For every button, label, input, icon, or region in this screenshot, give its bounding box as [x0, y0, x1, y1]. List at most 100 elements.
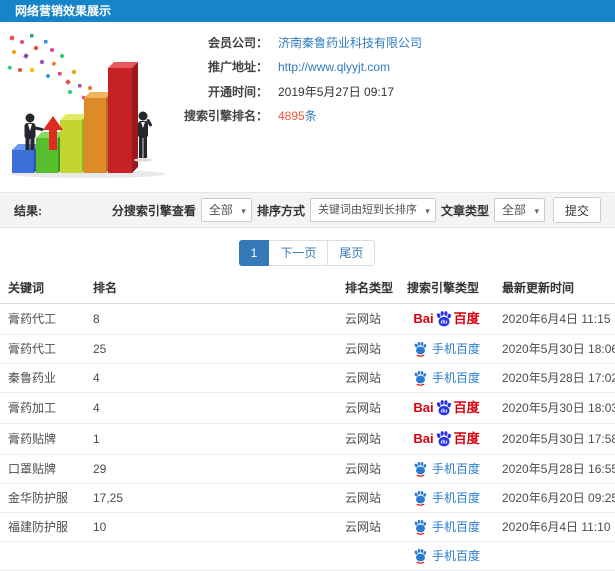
updated-cell: [494, 541, 615, 571]
col-engine-type: 搜索引擎类型: [399, 274, 494, 304]
engine-rank-count: 4895: [278, 109, 305, 124]
dropdown-caret-icon: ▾: [534, 206, 539, 216]
article-type-select[interactable]: 全部 ▾: [493, 198, 545, 222]
rank-type-cell: 云网站: [337, 483, 399, 513]
baidu-paw-icon: [414, 490, 427, 506]
baidu-mobile-icon: 手机百度: [413, 519, 480, 535]
submit-button[interactable]: 提交: [552, 197, 601, 223]
keyword-cell: [0, 541, 85, 571]
company-name-link[interactable]: 济南秦鲁药业科技有限公司: [278, 34, 422, 51]
col-rank: 排名: [85, 274, 337, 304]
baidu-paw-icon: du: [436, 431, 451, 447]
page-current[interactable]: 1: [238, 240, 270, 266]
table-row: 福建防护服 10 云网站 手机百度 2020年6月4日 11:10: [0, 512, 615, 542]
updated-cell: 2020年6月4日 11:10: [494, 512, 615, 542]
promo-url-link[interactable]: http://www.qlyyjt.com: [278, 60, 390, 74]
baidu-logo: Bai du 百度: [413, 400, 480, 416]
updated-cell: 2020年6月20日 09:25: [494, 483, 615, 513]
promo-url-label: 推广地址：: [207, 60, 268, 75]
col-rank-type: 排名类型: [337, 274, 399, 304]
baidu-paw-icon: [414, 341, 427, 357]
rank-link[interactable]: 8: [85, 303, 337, 335]
rank-type-cell: 云网站: [337, 512, 399, 542]
sort-select[interactable]: 关键词由短到长排序 ▾: [309, 198, 436, 222]
table-row: 膏药代工 25 云网站 手机百度 2020年5月30日 18:06: [0, 334, 615, 364]
svg-text:du: du: [440, 320, 447, 326]
keyword-cell: 膏药贴牌: [0, 423, 85, 455]
member-info-panel: 会员公司： 济南秦鲁药业科技有限公司 推广地址： http://www.qlyy…: [172, 30, 612, 128]
col-keyword: 关键词: [0, 274, 85, 304]
result-label: 结果:: [14, 203, 42, 218]
engine-cell: 手机百度: [399, 541, 494, 571]
baidu-paw-icon: [414, 548, 427, 564]
baidu-paw-icon: [414, 519, 427, 535]
keyword-cell: 金华防护服: [0, 483, 85, 513]
baidu-logo: Bai du 百度: [413, 431, 480, 447]
baidu-paw-icon: du: [436, 400, 451, 416]
company-label: 会员公司：: [207, 35, 268, 50]
updated-cell: 2020年5月28日 17:02: [494, 363, 615, 393]
updated-cell: 2020年6月4日 11:15: [494, 303, 615, 335]
rank-link[interactable]: 10: [85, 512, 337, 542]
keyword-cell: 福建防护服: [0, 512, 85, 542]
rank-type-cell: 云网站: [337, 423, 399, 455]
rank-link[interactable]: 1: [85, 423, 337, 455]
keyword-cell: 膏药加工: [0, 392, 85, 424]
baidu-mobile-icon: 手机百度: [413, 370, 480, 386]
engine-view-select[interactable]: 全部 ▾: [200, 198, 252, 222]
engine-view-label: 分搜索引擎查看: [111, 203, 196, 218]
baidu-logo: Bai du 百度: [413, 311, 480, 327]
info-row-url: 推广地址： http://www.qlyyjt.com: [172, 55, 612, 80]
baidu-mobile-icon: 手机百度: [413, 341, 480, 357]
baidu-mobile-icon: 手机百度: [413, 548, 480, 564]
open-time-value: 2019年5月27日 09:17: [278, 84, 395, 99]
svg-text:du: du: [440, 409, 447, 415]
updated-cell: 2020年5月30日 17:58: [494, 423, 615, 455]
baidu-paw-icon: du: [436, 311, 451, 327]
rank-link[interactable]: 17,25: [85, 483, 337, 513]
rank-link[interactable]: 29: [85, 454, 337, 484]
bar-chart-illustration: [7, 34, 166, 178]
article-type-label: 文章类型: [440, 203, 489, 218]
sort-label: 排序方式: [256, 203, 305, 218]
engine-cell: Bai du 百度: [399, 392, 494, 424]
open-time-label: 开通时间：: [207, 84, 268, 99]
engine-cell: Bai du 百度: [399, 423, 494, 455]
engine-cell: 手机百度: [399, 363, 494, 393]
rank-link[interactable]: [85, 541, 337, 571]
svg-text:du: du: [440, 440, 447, 446]
page-next-button[interactable]: 下一页: [268, 240, 329, 266]
header-bar: 网络营销效果展示: [0, 0, 615, 22]
rank-type-cell: 云网站: [337, 363, 399, 393]
col-updated: 最新更新时间: [494, 274, 615, 304]
engine-rank-unit: 条: [304, 109, 317, 124]
baidu-paw-icon: [414, 370, 427, 386]
info-row-company: 会员公司： 济南秦鲁药业科技有限公司: [172, 30, 612, 55]
engine-cell: 手机百度: [399, 334, 494, 364]
keyword-cell: 口罩贴牌: [0, 454, 85, 484]
baidu-mobile-icon: 手机百度: [413, 490, 480, 506]
table-row: 金华防护服 17,25 云网站 手机百度 2020年6月20日 09:25: [0, 483, 615, 513]
table-row: 口罩贴牌 29 云网站 手机百度 2020年5月28日 16:55: [0, 454, 615, 484]
baidu-mobile-icon: 手机百度: [413, 461, 480, 477]
engine-cell: Bai du 百度: [399, 303, 494, 335]
rank-type-cell: [337, 541, 399, 571]
info-row-engine-rank: 搜索引擎排名： 4895条: [172, 104, 612, 129]
table-row: 膏药加工 4 云网站 Bai du 百度 2020年5月30日 18:03: [0, 392, 615, 424]
table-row: 膏药贴牌 1 云网站 Bai du 百度 2020年5月30日 17:58: [0, 423, 615, 455]
baidu-paw-icon: [414, 461, 427, 477]
table-body: 膏药代工 8 云网站 Bai du 百度 2020年6月4日 11:15 膏药代工 …: [0, 303, 615, 571]
updated-cell: 2020年5月28日 16:55: [494, 454, 615, 484]
rank-link[interactable]: 4: [85, 363, 337, 393]
page-last-button[interactable]: 尾页: [327, 240, 376, 266]
info-row-open-time: 开通时间： 2019年5月27日 09:17: [172, 79, 612, 104]
engine-rank-label: 搜索引擎排名：: [183, 109, 268, 124]
rank-link[interactable]: 4: [85, 392, 337, 424]
rank-link[interactable]: 25: [85, 334, 337, 364]
page-title: 网络营销效果展示: [15, 4, 112, 18]
table-row: 手机百度: [0, 541, 615, 571]
engine-cell: 手机百度: [399, 483, 494, 513]
updated-cell: 2020年5月30日 18:03: [494, 392, 615, 424]
pagination: 1 下一页 尾页: [0, 240, 615, 266]
engine-cell: 手机百度: [399, 512, 494, 542]
